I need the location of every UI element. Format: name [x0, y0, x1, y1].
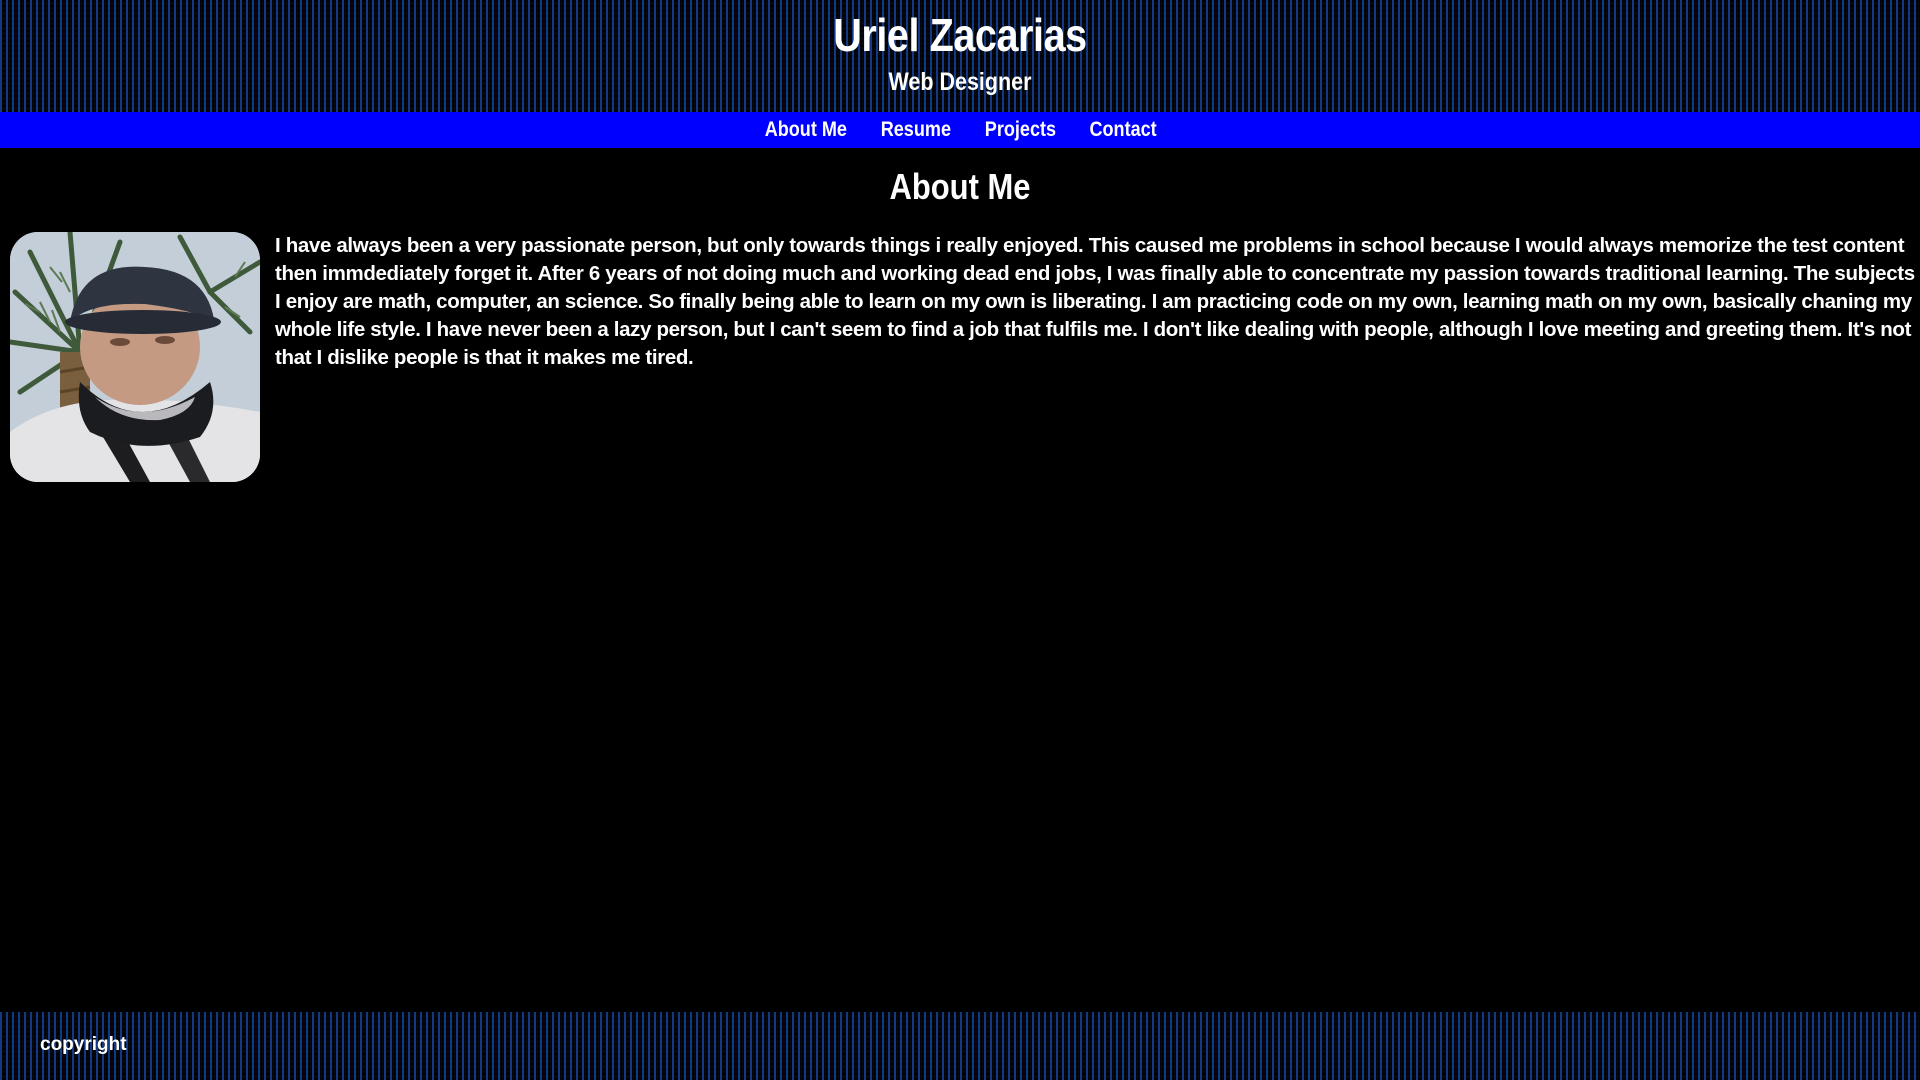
profile-photo-icon [10, 232, 260, 482]
site-header: Uriel Zacarias Web Designer [0, 0, 1920, 112]
section-title: About Me [889, 166, 1031, 207]
nav-link-about-me[interactable]: About Me [755, 118, 856, 142]
nav-link-contact[interactable]: Contact [1080, 118, 1166, 142]
nav-link-projects[interactable]: Projects [975, 118, 1065, 142]
about-me-text: I have always been a very passionate per… [275, 234, 1915, 369]
page: Uriel Zacarias Web Designer About Me Res… [0, 0, 1920, 1080]
site-subtitle: Web Designer [888, 68, 1032, 96]
site-footer: copyright [0, 1012, 1920, 1080]
profile-photo [10, 232, 260, 482]
main-nav: About Me Resume Projects Contact [0, 112, 1920, 148]
nav-link-resume[interactable]: Resume [872, 118, 961, 142]
site-title: Uriel Zacarias [833, 9, 1087, 61]
copyright-text: copyright [40, 1034, 127, 1055]
